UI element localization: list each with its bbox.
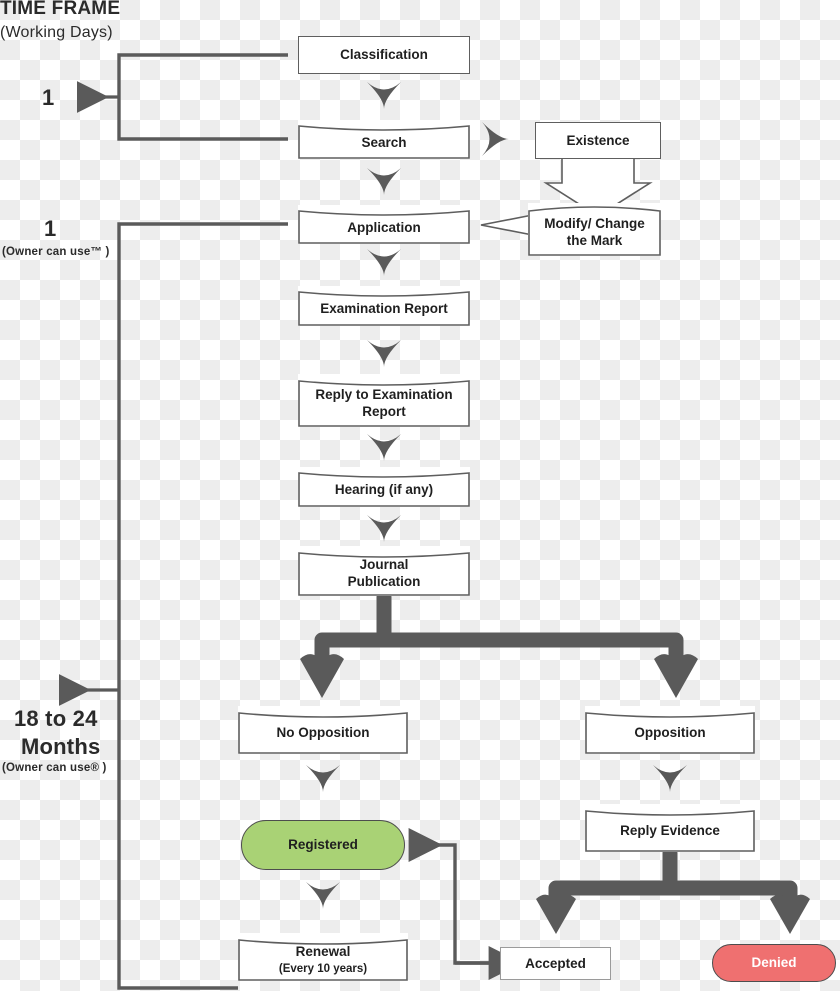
node-modify-line1: Modify/ Change <box>544 215 645 231</box>
node-registered[interactable]: Registered <box>241 820 405 870</box>
arrow-examination-to-reply <box>367 340 401 367</box>
node-hearing[interactable]: Hearing (if any) <box>298 467 470 507</box>
node-denied-label: Denied <box>751 955 797 971</box>
bracket-application-rail <box>58 222 288 990</box>
page-subtitle: (Working Days) <box>0 24 113 41</box>
node-examination-report-label: Examination Report <box>320 301 448 317</box>
node-accepted[interactable]: Accepted <box>500 947 611 980</box>
node-reply-evidence-label: Reply Evidence <box>620 823 720 839</box>
split-reply-evidence <box>536 845 810 934</box>
page-title: TIME FRAME <box>0 0 121 19</box>
node-classification[interactable]: Classification <box>298 36 470 74</box>
node-search-label: Search <box>361 134 407 150</box>
arrow-hearing-to-journal <box>367 515 401 542</box>
timeline-label-3-line2: Months <box>21 734 101 759</box>
timeline-label-1: 1 <box>42 85 55 110</box>
node-reply-to-examination-report[interactable]: Reply to Examination Report <box>298 374 470 427</box>
timeline-note-3: (Owner can use® ) <box>2 762 107 774</box>
node-journal-line2: Publication <box>347 574 421 589</box>
node-renewal-line2: (Every 10 years) <box>278 962 368 975</box>
node-no-opposition[interactable]: No Opposition <box>238 706 408 754</box>
node-denied[interactable]: Denied <box>712 944 836 982</box>
arrow-search-to-existence <box>482 122 509 156</box>
node-existence-label: Existence <box>566 132 630 148</box>
node-accepted-label: Accepted <box>525 955 586 971</box>
node-classification-label: Classification <box>340 47 428 63</box>
node-reply-to-examination-label: Reply to Examination Report <box>315 381 452 421</box>
node-hearing-label: Hearing (if any) <box>334 482 434 498</box>
node-renewal[interactable]: Renewal (Every 10 years) <box>238 933 408 981</box>
timeline-label-2: 1 <box>44 216 57 241</box>
node-renewal-line1: Renewal <box>295 943 351 959</box>
node-modify-label: Modify/ Change the Mark <box>544 210 645 250</box>
flowchart-canvas: TIME FRAME (Working Days) 1 1 (Owner can… <box>0 0 840 991</box>
node-examination-report[interactable]: Examination Report <box>298 286 470 326</box>
node-no-opposition-label: No Opposition <box>276 725 370 741</box>
node-journal-publication[interactable]: Journal Publication <box>298 546 470 596</box>
arrow-accepted-to-registered <box>408 828 523 980</box>
arrow-application-to-examination <box>367 249 401 276</box>
node-reply-line2: Report <box>362 403 406 419</box>
node-reply-evidence[interactable]: Reply Evidence <box>585 804 755 852</box>
node-existence[interactable]: Existence <box>535 122 661 159</box>
arrow-nooppo-to-registered <box>306 765 340 792</box>
node-journal-line1: Journal <box>359 557 409 573</box>
node-application[interactable]: Application <box>298 205 470 244</box>
node-reply-line1: Reply to Examination <box>315 386 453 402</box>
node-application-label: Application <box>347 219 421 235</box>
arrow-reply-to-hearing <box>367 434 401 461</box>
node-opposition[interactable]: Opposition <box>585 706 755 754</box>
arrow-registered-to-renewal <box>306 882 340 909</box>
arrow-search-to-application <box>367 168 401 195</box>
node-modify-line2: the Mark <box>566 232 623 248</box>
timeline-label-3: 18 to 24 <box>14 706 98 731</box>
timeline-note-2: (Owner can use™ ) <box>2 246 110 258</box>
bracket-classification-search <box>76 53 288 141</box>
arrow-opposition-to-replyevidence <box>653 765 687 792</box>
node-opposition-label: Opposition <box>634 725 706 741</box>
arrow-classification-to-search <box>367 82 401 109</box>
node-renewal-label: Renewal (Every 10 years) <box>279 938 367 977</box>
node-journal-label: Journal Publication <box>348 551 421 591</box>
node-registered-label: Registered <box>288 837 358 853</box>
node-modify-change-mark[interactable]: Modify/ Change the Mark <box>528 203 661 256</box>
node-search[interactable]: Search <box>298 120 470 159</box>
split-journal <box>300 589 698 698</box>
